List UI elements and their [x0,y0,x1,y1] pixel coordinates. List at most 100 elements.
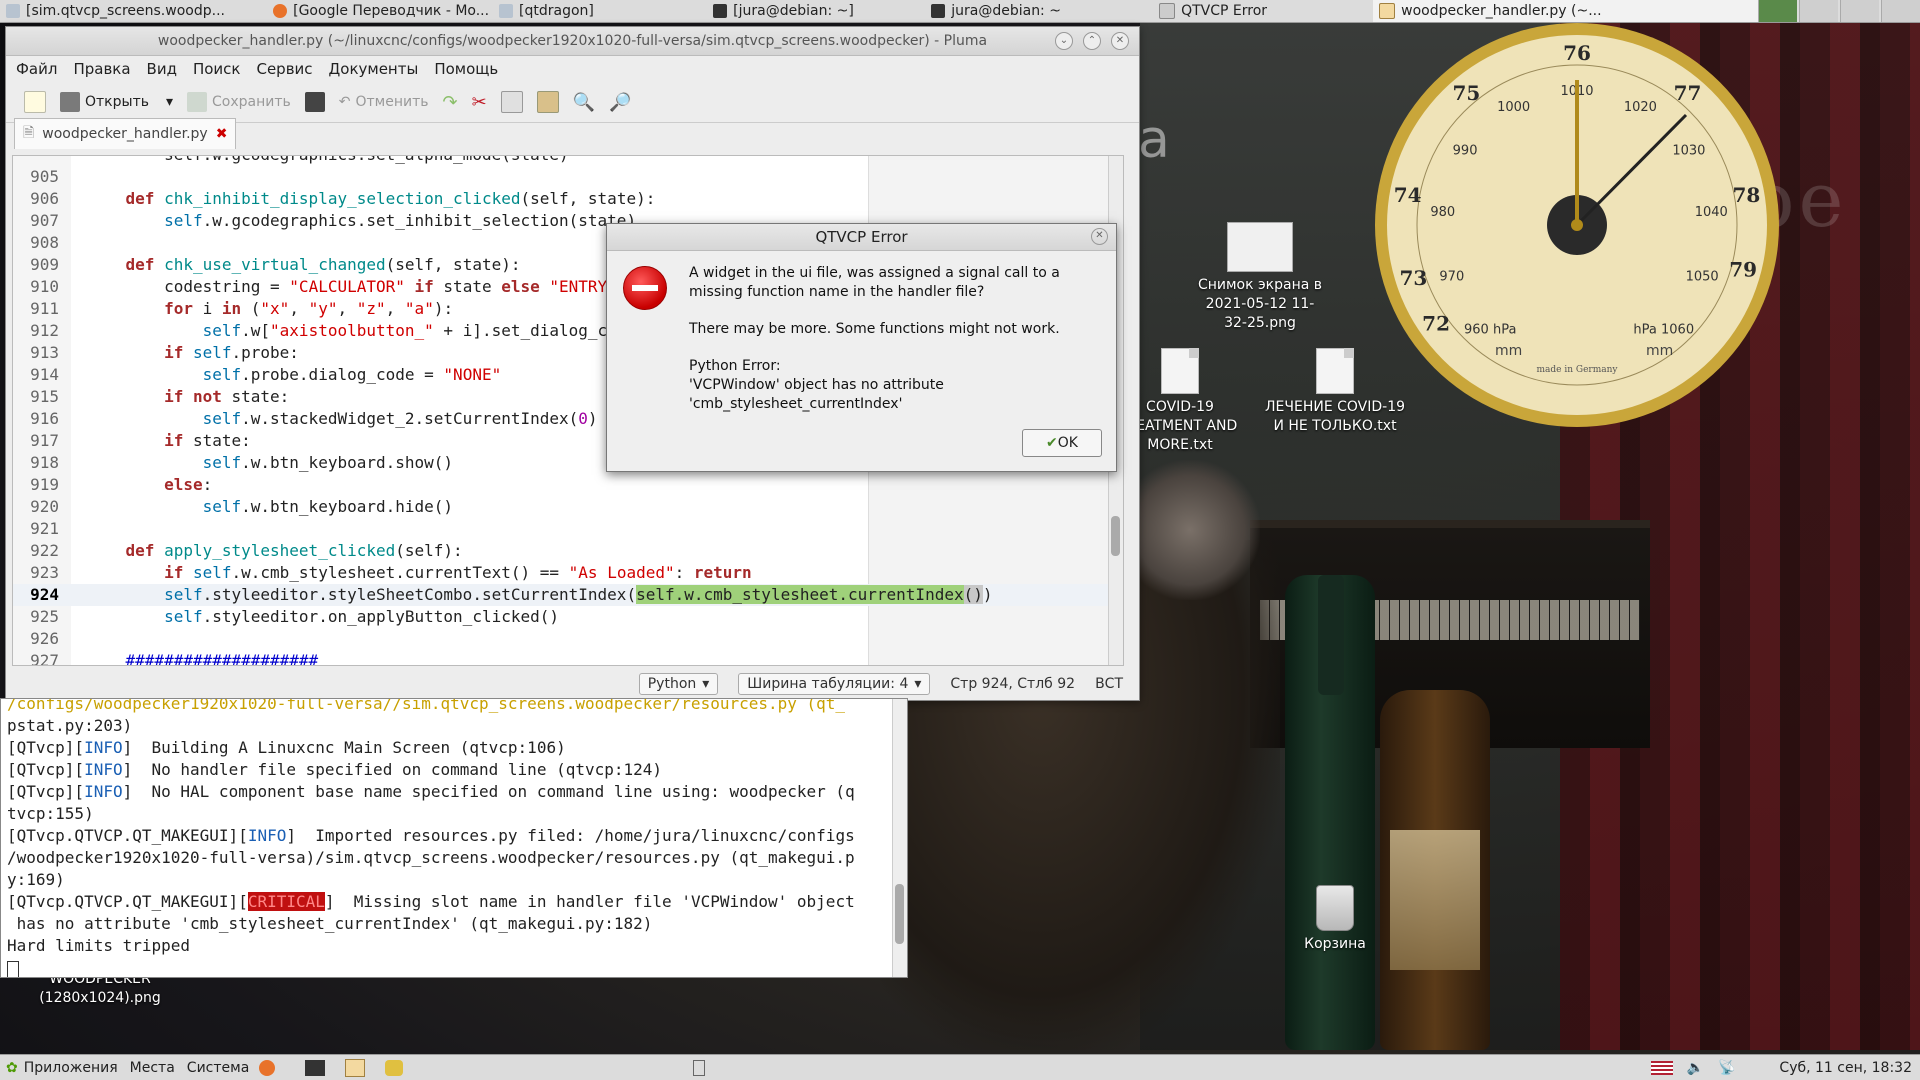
barometer-inner-label: 1000 [1497,100,1530,115]
menu-search[interactable]: Поиск [193,60,241,78]
dialog-python-error-detail: 'VCPWindow' object has no attribute 'cmb… [689,377,944,412]
open-button[interactable]: Открыть ▾ [60,92,173,112]
task-qtvcp-error[interactable]: QTVCP Error [1153,0,1373,22]
toolbar: Открыть ▾ Сохранить ↶ Отменить ↷ ✂ 🔍 🔎 [6,82,1139,123]
network-icon[interactable]: 📡 [1718,1060,1735,1076]
paste-icon[interactable] [536,91,559,113]
barometer-outer-label: 74 [1394,183,1422,207]
show-desktop-icon[interactable] [693,1059,706,1076]
chevron-down-icon[interactable]: ▾ [166,94,173,110]
minimize-button[interactable]: ⌄ [1055,32,1073,50]
barometer-center-cap [1571,219,1583,231]
wallpaper-bottle-neck [1318,575,1344,695]
close-button[interactable]: ✕ [1111,32,1129,50]
task-sim-qtvcp[interactable]: [sim.qtvcp_screens.woodp... [0,0,267,22]
open-folder-icon [60,92,80,112]
barometer-outer-label: 78 [1732,183,1760,207]
dialog-titlebar[interactable]: QTVCP Error ✕ [607,224,1116,251]
text-editor-icon [1379,3,1396,19]
language-selector[interactable]: Python ▾ [638,673,719,695]
desktop-icon-trash[interactable]: Корзина [1295,885,1375,954]
terminal-line: /configs/woodpecker1920x1020-full-versa/… [7,698,846,713]
undo-button[interactable]: ↶ Отменить [339,94,429,110]
terminal-window[interactable]: /configs/woodpecker1920x1020-full-versa/… [0,698,908,978]
menu-file[interactable]: Файл [16,60,57,78]
terminal-scrollbar-thumb[interactable] [895,884,904,944]
task-google-translate[interactable]: [Google Переводчик - Mo... [267,0,493,22]
desktop-icon-screenshot[interactable]: Снимок экрана в 2021-05-12 11-32-25.png [1195,222,1325,333]
tab-woodpecker-handler[interactable]: 🗎 woodpecker_handler.py ✖ [14,118,237,149]
terminal-line: [QTvcp][INFO] No handler file specified … [7,760,663,779]
task-pluma[interactable]: woodpecker_handler.py (~... [1373,0,1759,22]
barometer-outer-label: 76 [1563,41,1591,65]
firefox-launcher-icon[interactable] [259,1059,276,1076]
save-button[interactable]: Сохранить [187,92,291,112]
keyboard-layout-flag-icon[interactable] [1650,1060,1673,1075]
task-terminal-1[interactable]: [jura@debian: ~] [707,0,925,22]
error-stop-icon [623,266,667,310]
current-code-line: 924 self.styleeditor.styleSheetCombo.set… [13,584,1109,606]
maximize-button[interactable]: ⌃ [1083,32,1101,50]
menu-tools[interactable]: Сервис [256,60,312,78]
workspace-3[interactable] [1840,0,1880,22]
firefox-icon [273,4,288,18]
error-dialog: QTVCP Error ✕ A widget in the ui file, w… [606,223,1117,472]
text-file-icon [1316,348,1354,394]
code-line: 926 [30,629,59,648]
workspace-2[interactable] [1799,0,1839,22]
terminal-line: [QTvcp.QTVCP.QT_MAKEGUI][INFO] Imported … [7,826,855,845]
ok-button[interactable]: ✔OK [1022,429,1102,457]
task-qtdragon[interactable]: [qtdragon] [493,0,707,22]
terminal-line: pstat.py:203) [7,716,133,735]
search-icon[interactable]: 🔍 [573,92,595,113]
code-line: self.w.gcodegraphics.set_alpha_mode(stat… [13,156,1109,166]
system-tray: 🔈 📡 Суб, 11 сен, 18:32 [1650,1060,1920,1076]
code-line: 922 def apply_stylesheet_clicked(self): [30,541,463,560]
places-menu[interactable]: Места [124,1060,181,1076]
code-line: 921 [30,519,59,538]
wallpaper-hand [1120,460,1260,600]
text-editor-launcher-icon[interactable] [345,1058,366,1077]
terminal-scrollbar[interactable] [892,699,907,977]
menu-documents[interactable]: Документы [329,60,419,78]
barometer-inner-label: 1050 [1686,270,1719,285]
menu-edit[interactable]: Правка [73,60,130,78]
print-icon[interactable] [304,92,325,112]
applications-menu[interactable]: ✿ Приложения [0,1060,124,1076]
code-line: 923 if self.w.cmb_stylesheet.currentText… [30,563,752,582]
dialog-close-button[interactable]: ✕ [1091,228,1108,245]
menu-view[interactable]: Вид [147,60,177,78]
editor-scrollbar-thumb[interactable] [1111,516,1120,556]
mate-logo-icon: ✿ [6,1059,18,1076]
clock[interactable]: Суб, 11 сен, 18:32 [1779,1060,1912,1076]
tab-width-selector[interactable]: Ширина табуляции: 4 ▾ [738,673,931,695]
volume-icon[interactable]: 🔈 [1687,1060,1704,1076]
barometer-inner-label: 1040 [1695,205,1728,220]
barometer-inner-label: 970 [1439,270,1464,285]
linuxcnc-launcher-icon[interactable] [385,1059,404,1076]
tab-close-icon[interactable]: ✖ [216,126,228,142]
code-line: 920 self.w.btn_keyboard.hide() [30,497,454,516]
barometer-widget: 7273747576777879 960 hPa9709809901000101… [1375,23,1779,427]
pluma-titlebar[interactable]: woodpecker_handler.py (~/linuxcnc/config… [6,27,1139,56]
terminal-line: [QTvcp][INFO] Building A Linuxcnc Main S… [7,738,566,757]
terminal-cursor [7,961,19,977]
new-document-icon[interactable] [24,91,46,113]
barometer-outer-label: 79 [1729,258,1757,282]
search-highlight: self.w.cmb_stylesheet.currentIndex [636,585,964,604]
workspace-1[interactable] [1758,0,1798,22]
terminal-launcher-icon[interactable] [305,1059,326,1076]
cut-icon[interactable]: ✂ [472,92,487,113]
menu-help[interactable]: Помощь [434,60,498,78]
workspace-4[interactable] [1881,0,1920,22]
search-replace-icon[interactable]: 🔎 [609,92,631,113]
copy-icon[interactable] [500,91,523,113]
dialog-message: A widget in the ui file, was assigned a … [689,264,1099,414]
task-terminal-2[interactable]: jura@debian: ~ [925,0,1153,22]
image-file-icon [1227,222,1293,272]
redo-icon[interactable]: ↷ [443,92,458,113]
menubar: Файл Правка Вид Поиск Сервис Документы П… [6,56,1139,82]
system-menu[interactable]: Система [181,1060,255,1076]
barometer-inner-label: 980 [1430,205,1455,220]
document-tabs: 🗎 woodpecker_handler.py ✖ [6,118,1139,149]
